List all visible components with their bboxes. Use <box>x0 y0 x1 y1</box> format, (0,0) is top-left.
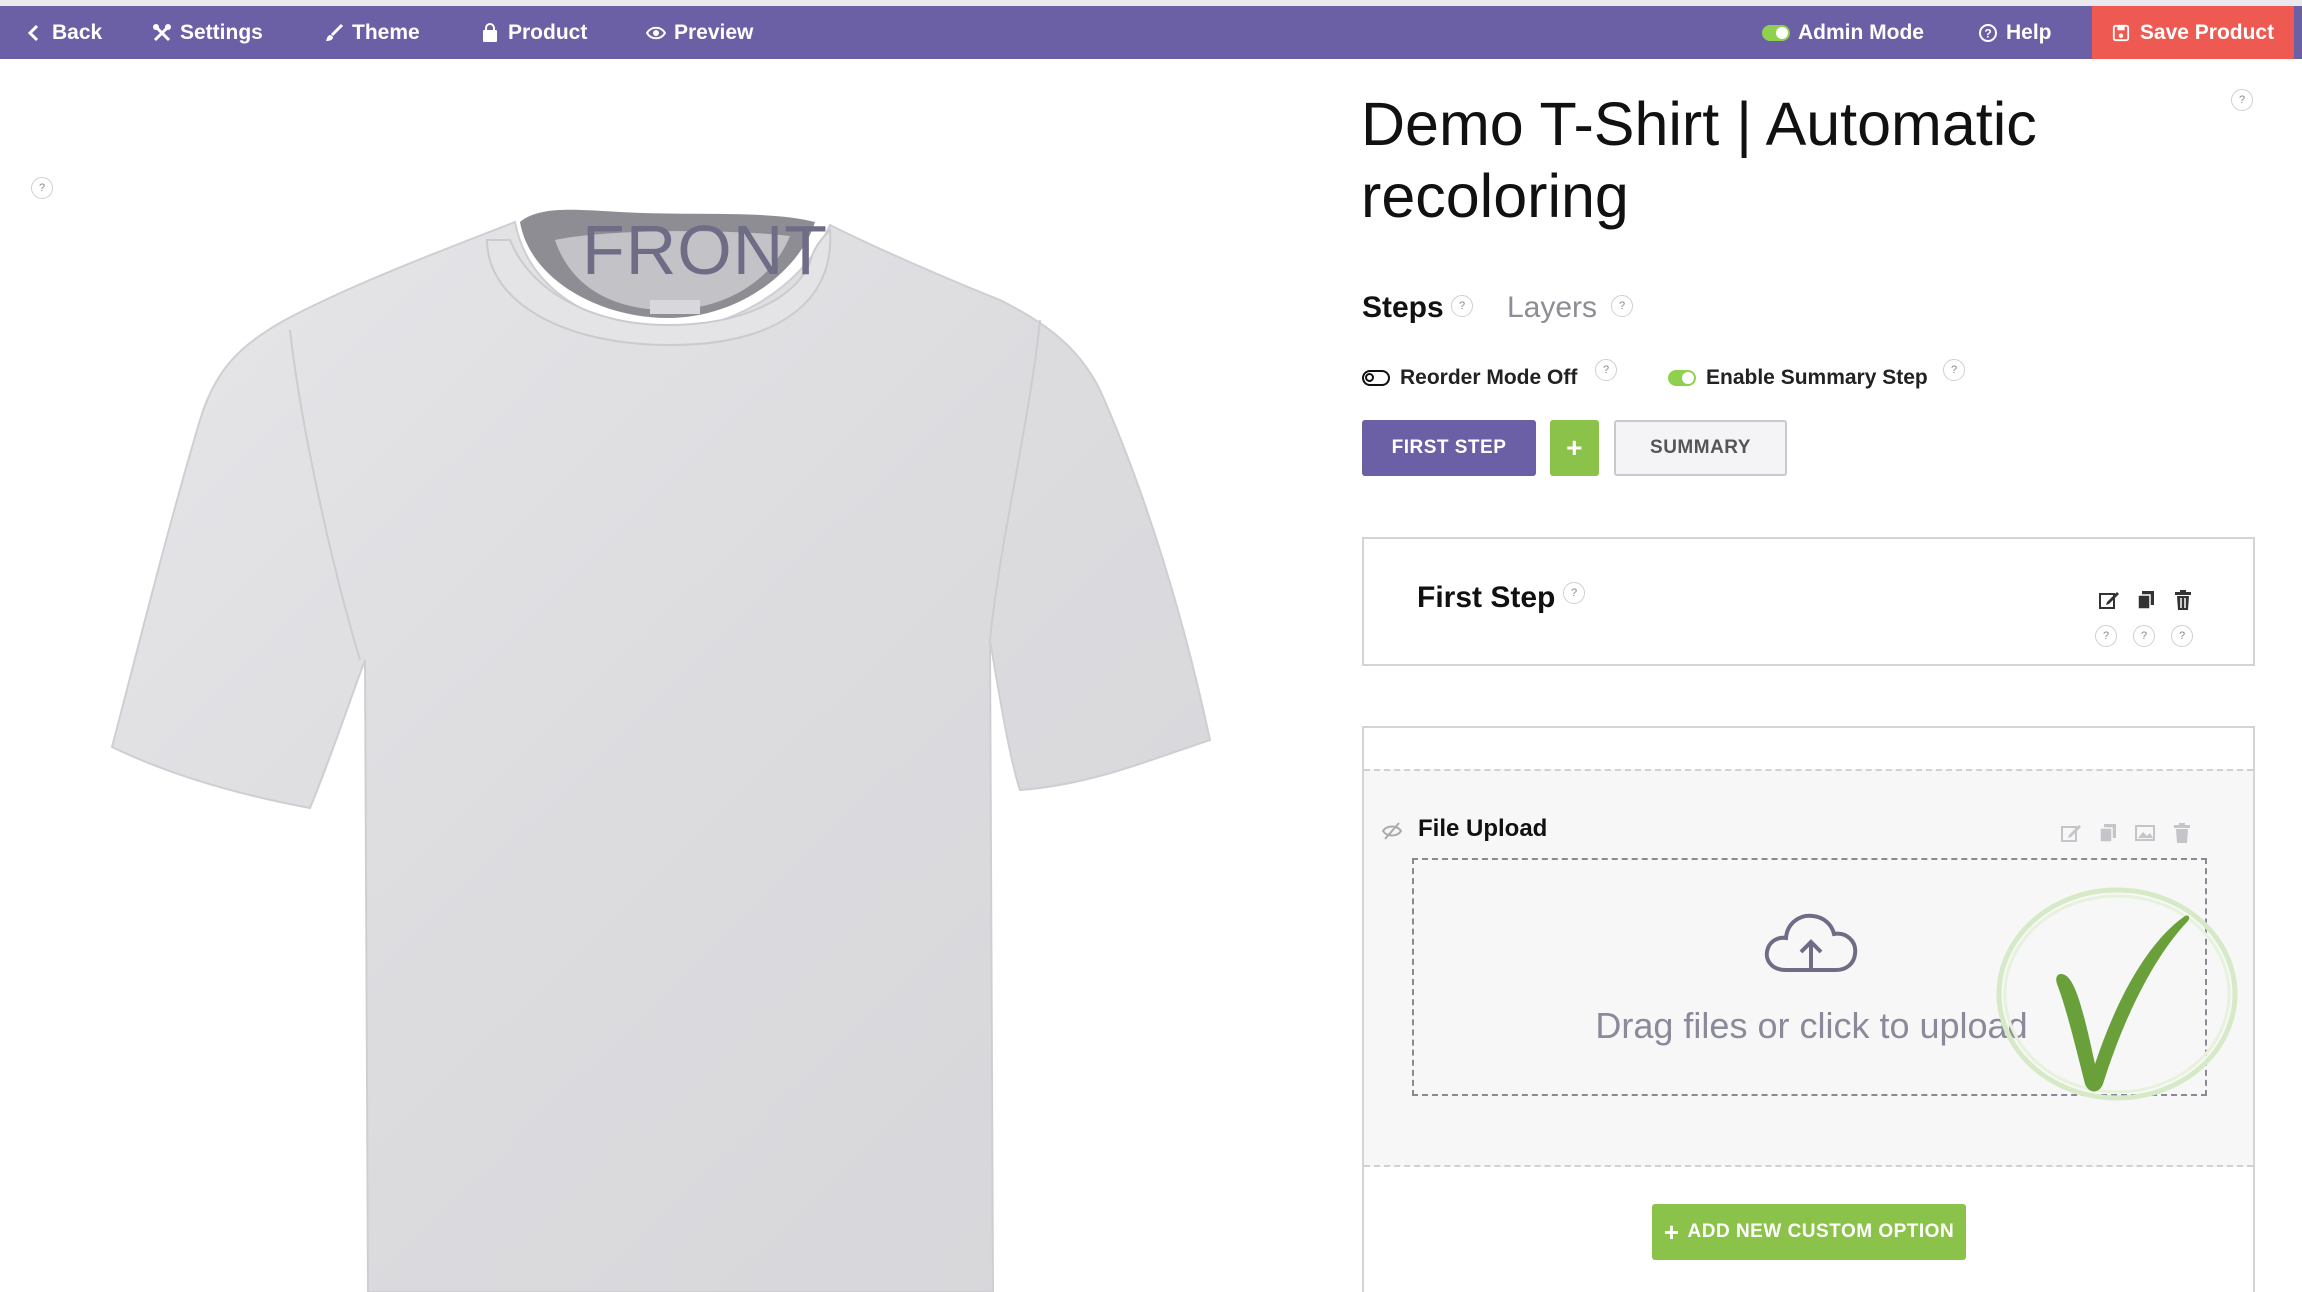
settings-button[interactable]: Settings <box>152 6 263 59</box>
add-step-button[interactable]: + <box>1550 420 1599 476</box>
checkmark-stamp-icon <box>1996 887 2238 1101</box>
preview-label: Preview <box>674 20 754 44</box>
delete-help-icon[interactable]: ? <box>2171 625 2193 647</box>
save-product-button[interactable]: Save Product <box>2092 6 2294 59</box>
first-step-button[interactable]: FIRST STEP <box>1362 420 1536 476</box>
eye-slash-icon <box>1381 822 1403 840</box>
reorder-help-icon[interactable]: ? <box>1595 359 1617 381</box>
summary-step-button[interactable]: SUMMARY <box>1614 420 1787 476</box>
delete-step-button[interactable] <box>2171 588 2195 612</box>
toggle-on-icon <box>1668 370 1696 386</box>
chevron-left-icon <box>24 23 44 43</box>
edit-option-button[interactable] <box>2059 821 2083 845</box>
edit-icon <box>2061 825 2081 842</box>
edit-step-button[interactable] <box>2097 588 2121 612</box>
question-circle-icon: ? <box>1978 23 1998 43</box>
reorder-mode-toggle[interactable]: Reorder Mode Off <box>1362 366 1577 390</box>
tab-steps[interactable]: Steps <box>1362 291 1444 325</box>
edit-icon <box>2099 592 2119 609</box>
add-custom-option-label: ADD NEW CUSTOM OPTION <box>1687 1221 1955 1242</box>
toggle-off-icon <box>1362 370 1390 386</box>
step-title-help-icon[interactable]: ? <box>1563 582 1585 604</box>
trash-icon <box>2175 590 2191 610</box>
plus-icon: + <box>1663 1216 1680 1247</box>
help-label: Help <box>2006 20 2052 44</box>
cloud-upload-icon <box>1764 913 1858 972</box>
trash-icon <box>2174 823 2190 843</box>
help-button[interactable]: ? Help <box>1978 6 2052 59</box>
save-icon <box>2112 24 2130 42</box>
duplicate-help-icon[interactable]: ? <box>2133 625 2155 647</box>
settings-label: Settings <box>180 20 263 44</box>
summary-help-icon[interactable]: ? <box>1943 359 1965 381</box>
summary-step-toggle[interactable]: Enable Summary Step <box>1668 366 1928 390</box>
product-button[interactable]: Product <box>480 6 587 59</box>
preview-side-label: FRONT <box>582 211 829 289</box>
move-option-button[interactable] <box>2133 821 2157 845</box>
theme-label: Theme <box>352 20 420 44</box>
edit-help-icon[interactable]: ? <box>2095 625 2117 647</box>
eye-icon <box>646 23 666 43</box>
add-custom-option-button[interactable]: + ADD NEW CUSTOM OPTION <box>1652 1204 1966 1260</box>
back-label: Back <box>52 20 103 44</box>
product-preview: FRONT <box>0 59 1340 1292</box>
back-button[interactable]: Back <box>24 6 102 59</box>
duplicate-option-button[interactable] <box>2096 821 2120 845</box>
reorder-mode-label: Reorder Mode Off <box>1400 366 1578 389</box>
visibility-toggle[interactable] <box>1380 819 1404 843</box>
duplicate-step-button[interactable] <box>2134 588 2158 612</box>
tab-layers[interactable]: Layers <box>1507 291 1597 325</box>
top-toolbar: Back Settings Theme Product Preview Admi… <box>0 6 2302 59</box>
product-label: Product <box>508 20 588 44</box>
delete-option-button[interactable] <box>2170 821 2194 845</box>
product-title: Demo T-Shirt | Automatic recoloring <box>1361 90 2037 230</box>
image-move-icon <box>2135 825 2155 841</box>
toggle-on-icon <box>1762 24 1790 41</box>
panel-help-icon[interactable]: ? <box>2231 89 2253 111</box>
svg-text:?: ? <box>1984 26 1991 40</box>
preview-help-icon[interactable]: ? <box>31 177 53 199</box>
copy-icon <box>2099 824 2116 843</box>
brush-icon <box>324 23 344 43</box>
shopping-bag-icon <box>480 22 500 43</box>
steps-help-icon[interactable]: ? <box>1451 295 1473 317</box>
step-title: First Step <box>1417 581 1556 614</box>
copy-icon <box>2137 591 2154 610</box>
preview-button[interactable]: Preview <box>646 6 753 59</box>
admin-mode-toggle[interactable]: Admin Mode <box>1762 6 1924 59</box>
admin-mode-label: Admin Mode <box>1798 20 1924 44</box>
layers-help-icon[interactable]: ? <box>1611 295 1633 317</box>
tools-icon <box>152 23 172 43</box>
summary-step-label: Enable Summary Step <box>1706 366 1928 389</box>
theme-button[interactable]: Theme <box>324 6 420 59</box>
save-product-label: Save Product <box>2139 20 2275 44</box>
file-upload-title: File Upload <box>1418 815 1548 842</box>
